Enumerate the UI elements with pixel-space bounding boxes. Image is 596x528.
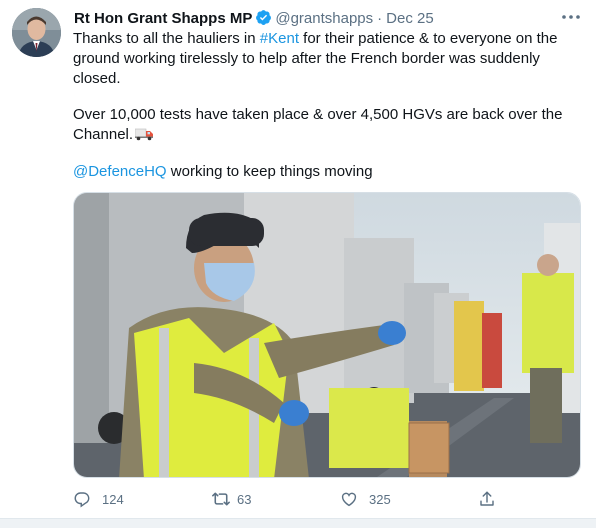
soldier-testing-photo (74, 193, 580, 477)
mention-link[interactable]: @DefenceHQ (73, 163, 167, 180)
reply-count: 124 (102, 491, 124, 507)
avatar[interactable] (12, 8, 61, 57)
truck-emoji-icon (134, 127, 154, 147)
hashtag-link[interactable]: #Kent (260, 30, 299, 47)
avatar-photo (12, 8, 61, 57)
tweet-photo[interactable] (73, 192, 581, 478)
author-handle[interactable]: @grantshapps (275, 10, 373, 27)
tweet-text-paragraph-3: @DefenceHQ working to keep things moving (73, 162, 573, 182)
retweet-count: 63 (237, 491, 252, 507)
tweet-header: Rt Hon Grant Shapps MP @grantshapps · Dec 2… (74, 9, 434, 29)
tweet-text-paragraph-2: Over 10,000 tests have taken place & ove… (73, 105, 573, 147)
like-button[interactable]: 325 (340, 488, 391, 510)
reply-icon (73, 490, 91, 508)
retweet-button[interactable]: 63 (211, 488, 251, 510)
separator-dot: · (377, 10, 383, 27)
tweet[interactable]: Rt Hon Grant Shapps MP @grantshapps · Dec 2… (0, 0, 596, 528)
more-options-icon[interactable] (560, 10, 582, 24)
tweet-text-paragraph-1: Thanks to all the hauliers in #Kent for … (73, 29, 573, 89)
retweet-icon (211, 490, 231, 508)
reply-button[interactable]: 124 (73, 488, 124, 510)
tweet-date[interactable]: Dec 25 (386, 10, 434, 27)
tweet-actions: 124 63 325 (0, 488, 596, 510)
tweet-text: Thanks to all the hauliers in (73, 30, 260, 47)
like-count: 325 (369, 491, 391, 507)
tweet-text: working to keep things moving (166, 163, 373, 180)
like-icon (340, 490, 358, 508)
share-icon (478, 490, 496, 508)
author-name[interactable]: Rt Hon Grant Shapps MP (74, 10, 252, 27)
share-button[interactable] (478, 488, 496, 510)
